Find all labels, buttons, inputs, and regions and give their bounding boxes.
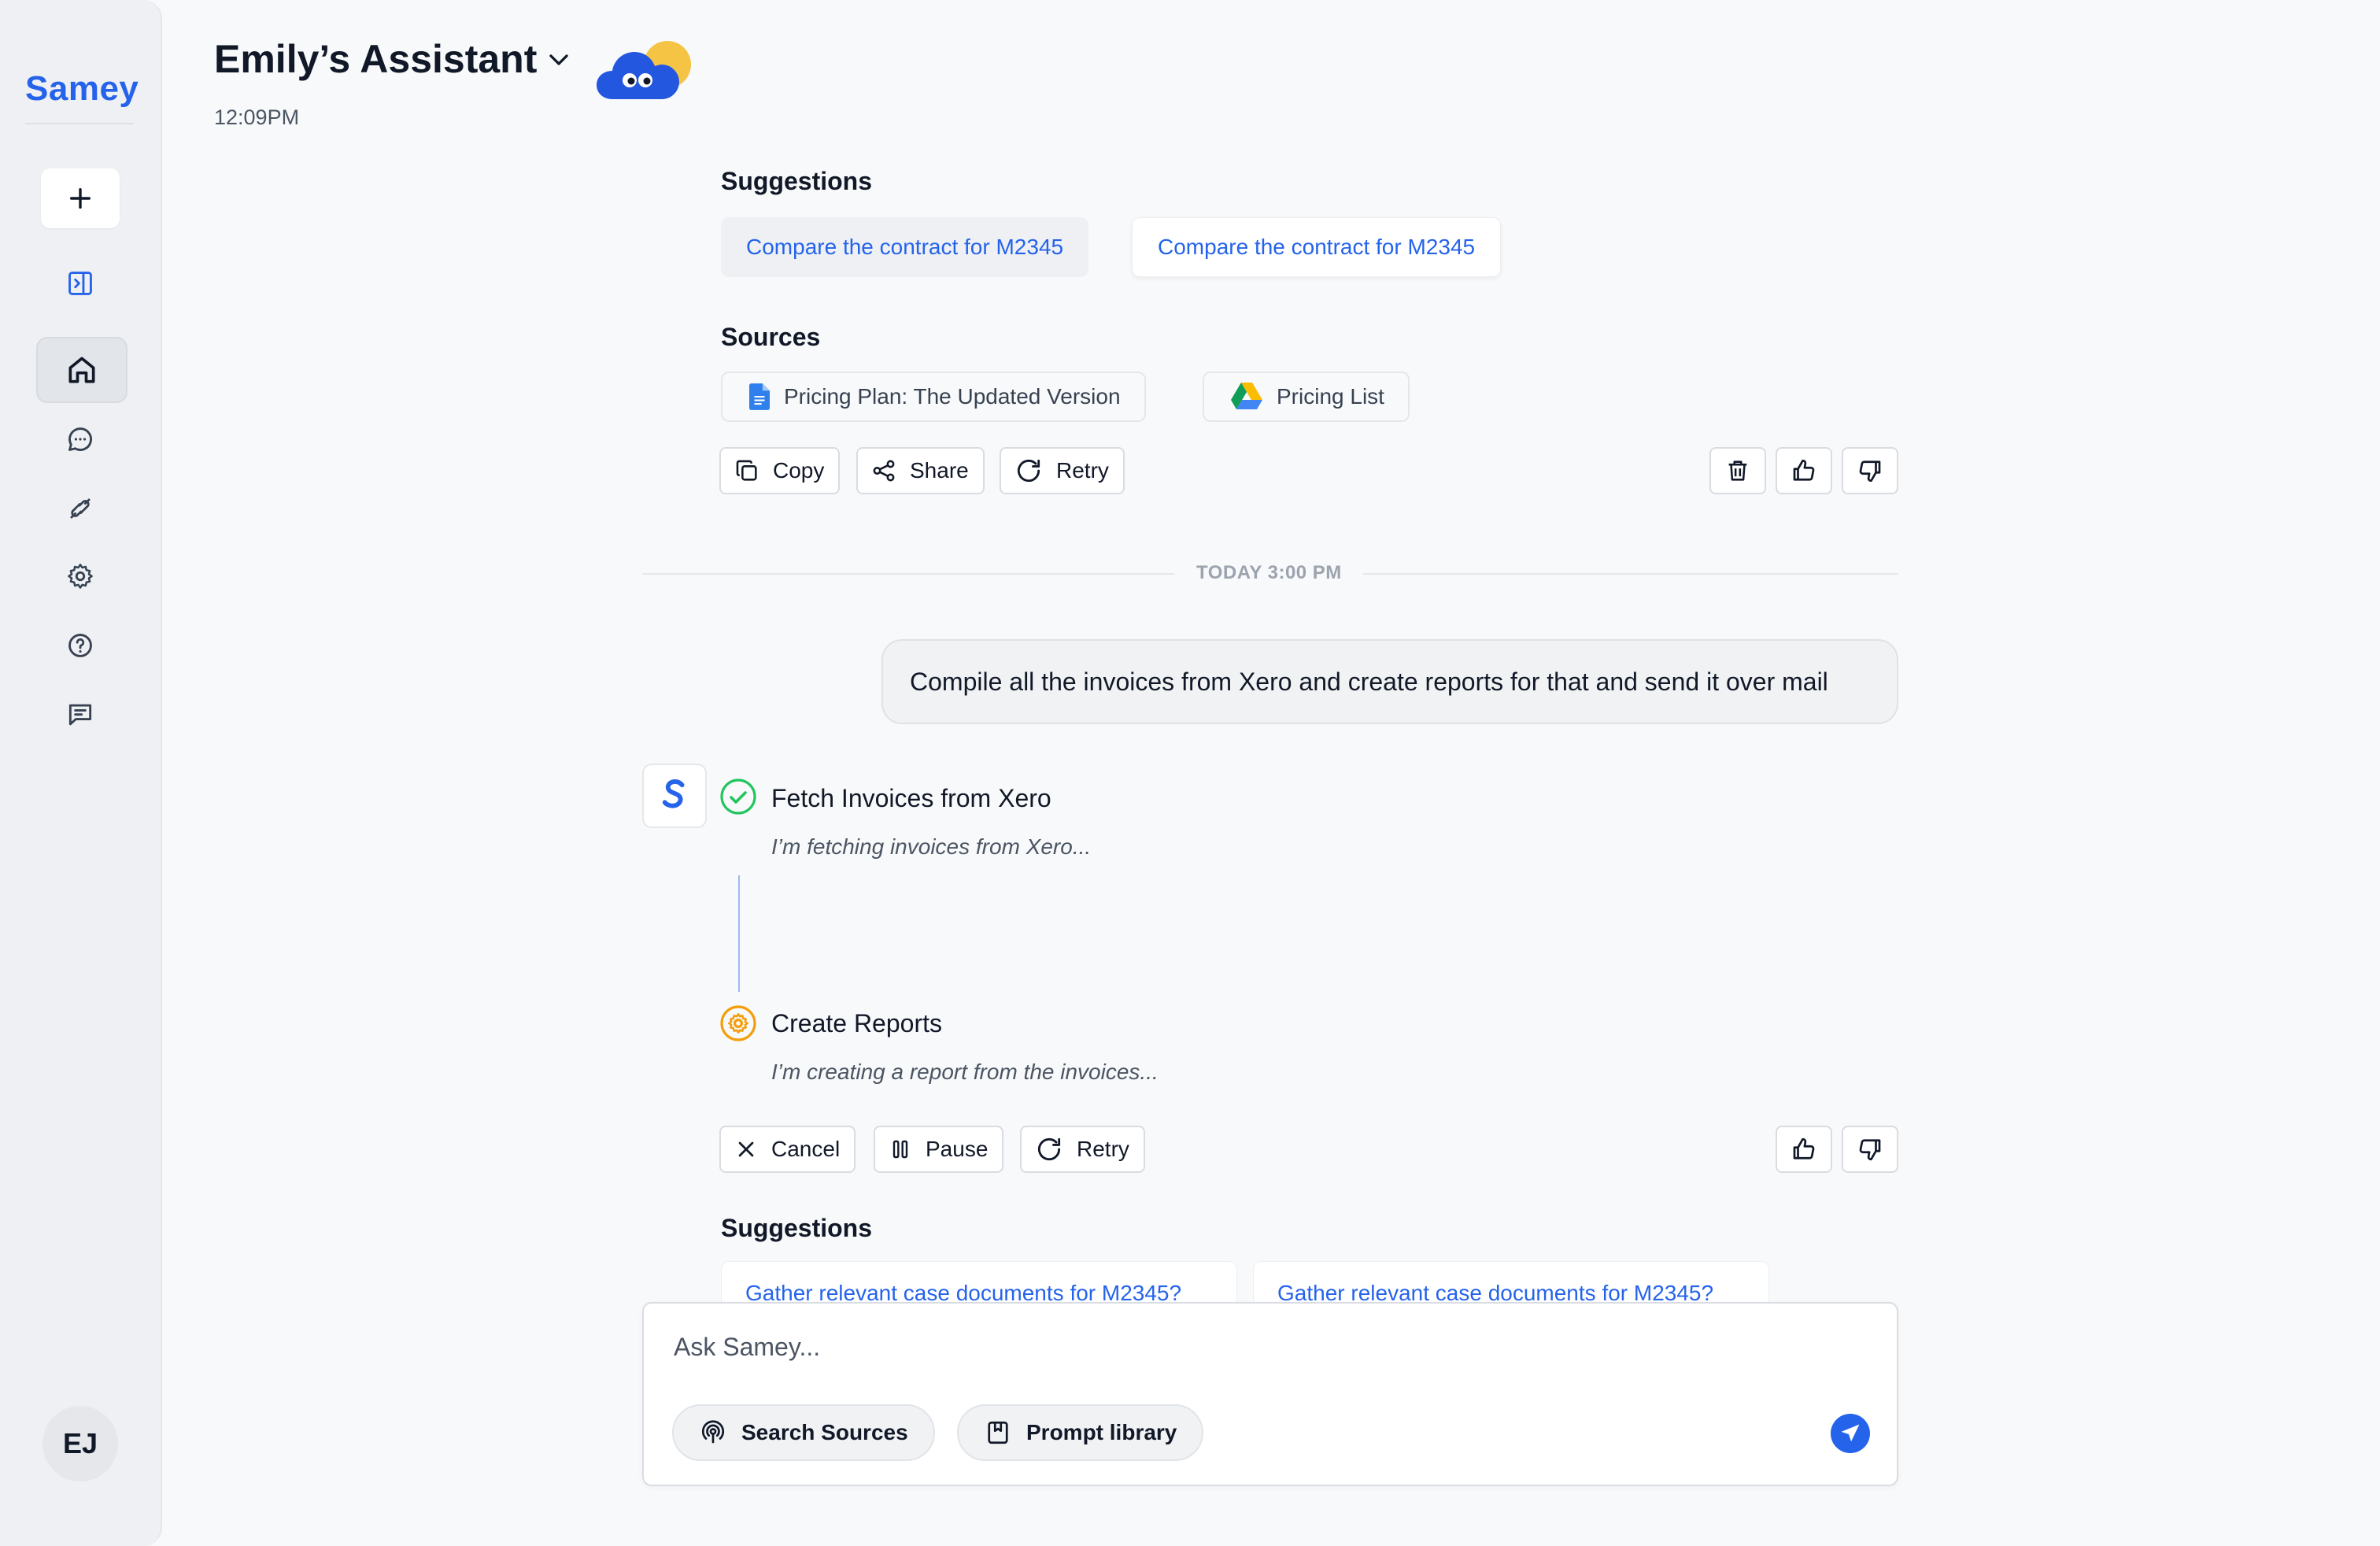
delete-button[interactable] xyxy=(1709,447,1766,494)
thumbs-down-icon xyxy=(1859,460,1881,483)
thumbs-down-button[interactable] xyxy=(1842,1126,1898,1173)
header-time: 12:09PM xyxy=(214,105,300,129)
thumbs-down-button[interactable] xyxy=(1842,447,1898,494)
retry-icon xyxy=(1017,459,1040,483)
help-icon xyxy=(68,634,92,657)
send-icon[interactable] xyxy=(1831,1414,1870,1453)
home-icon xyxy=(68,357,95,383)
suggestion-chip[interactable]: Gather relevant case documents for M2345… xyxy=(721,1261,1237,1302)
cancel-label: Cancel xyxy=(771,1137,841,1161)
sidebar-toggle-button[interactable] xyxy=(65,268,96,299)
assistant-avatar xyxy=(642,764,707,828)
close-icon xyxy=(738,1141,754,1157)
copy-button[interactable]: Copy xyxy=(719,447,841,494)
thumbs-up-icon xyxy=(1793,459,1815,481)
copy-icon xyxy=(736,460,757,481)
suggestion-chip[interactable]: Compare the contract for M2345 xyxy=(1132,217,1502,277)
sidebar-item-integrations[interactable] xyxy=(65,493,96,524)
share-label: Share xyxy=(910,458,969,483)
settings-icon xyxy=(68,564,93,589)
step-connector xyxy=(738,875,740,992)
broadcast-icon xyxy=(701,1420,725,1444)
user-avatar[interactable]: EJ xyxy=(42,1406,118,1481)
source-label: Pricing List xyxy=(1277,384,1384,409)
integrations-icon xyxy=(70,498,91,519)
thumbs-up-button[interactable] xyxy=(1776,447,1832,494)
app-logo: Samey xyxy=(25,69,139,108)
assistant-switcher-button[interactable] xyxy=(543,44,575,76)
search-sources-button[interactable]: Search Sources xyxy=(672,1404,935,1461)
step-title: Create Reports xyxy=(771,1009,942,1037)
assistant-title: Emily’s Assistant xyxy=(214,37,538,81)
date-divider-left xyxy=(642,573,1174,575)
date-divider-label: TODAY 3:00 PM xyxy=(1196,562,1342,583)
step-title: Fetch Invoices from Xero xyxy=(771,784,1051,812)
message-input[interactable] xyxy=(672,1332,1777,1363)
retry-icon xyxy=(1037,1137,1061,1161)
user-message-bubble: Compile all the invoices from Xero and c… xyxy=(881,639,1898,724)
chevron-down-icon xyxy=(549,54,568,65)
bookmark-book-icon xyxy=(988,1421,1008,1444)
gear-progress-icon xyxy=(720,1005,756,1041)
suggestions-heading: Suggestions xyxy=(721,1214,873,1242)
google-docs-icon xyxy=(749,383,770,410)
source-label: Pricing Plan: The Updated Version xyxy=(784,384,1121,409)
samey-logo-icon xyxy=(662,779,685,808)
trash-icon xyxy=(1728,460,1747,481)
date-divider-right xyxy=(1363,573,1898,575)
sidebar-item-chats[interactable] xyxy=(65,423,96,455)
sidebar-item-help[interactable] xyxy=(65,630,96,661)
thumbs-down-icon xyxy=(1859,1139,1881,1161)
sidebar-item-home[interactable] xyxy=(36,337,128,403)
suggestion-chip[interactable]: Gather relevant case documents for M2345… xyxy=(1253,1261,1769,1302)
check-circle-icon xyxy=(720,779,756,815)
thumbs-up-button[interactable] xyxy=(1776,1126,1832,1173)
prompt-library-label: Prompt library xyxy=(1026,1420,1177,1444)
sidebar-item-feedback[interactable] xyxy=(65,699,96,730)
copy-label: Copy xyxy=(773,458,825,483)
pause-label: Pause xyxy=(926,1137,989,1161)
plus-icon xyxy=(69,187,91,209)
thumbs-up-icon xyxy=(1793,1137,1815,1160)
feedback-icon xyxy=(68,704,92,726)
retry-label: Retry xyxy=(1077,1137,1129,1161)
pause-button[interactable]: Pause xyxy=(874,1126,1004,1173)
new-chat-button[interactable] xyxy=(41,168,120,228)
step-description: I’m fetching invoices from Xero... xyxy=(771,834,1092,859)
source-chip[interactable]: Pricing List xyxy=(1203,372,1410,422)
suggestion-chip[interactable]: Compare the contract for M2345 xyxy=(721,217,1089,277)
retry-label: Retry xyxy=(1056,458,1109,483)
message-composer: Search Sources Prompt library xyxy=(642,1302,1898,1486)
sidebar-item-settings[interactable] xyxy=(65,560,96,592)
source-chip[interactable]: Pricing Plan: The Updated Version xyxy=(721,372,1146,422)
share-button[interactable]: Share xyxy=(856,447,985,494)
share-icon xyxy=(873,460,895,482)
sidebar: Samey EJ xyxy=(0,0,162,1546)
chat-icon xyxy=(68,427,92,451)
retry-button[interactable]: Retry xyxy=(1020,1126,1145,1173)
logo-divider xyxy=(25,123,134,124)
suggestions-heading: Suggestions xyxy=(721,167,873,195)
pause-icon xyxy=(893,1140,908,1159)
prompt-library-button[interactable]: Prompt library xyxy=(957,1404,1204,1461)
retry-button[interactable]: Retry xyxy=(1000,447,1125,494)
google-drive-icon xyxy=(1231,383,1262,409)
sources-heading: Sources xyxy=(721,323,821,351)
weather-mascot-icon xyxy=(597,41,691,99)
step-description: I’m creating a report from the invoices.… xyxy=(771,1060,1159,1084)
cancel-button[interactable]: Cancel xyxy=(719,1126,856,1173)
search-sources-label: Search Sources xyxy=(741,1420,908,1444)
sidebar-toggle-icon xyxy=(68,272,92,295)
